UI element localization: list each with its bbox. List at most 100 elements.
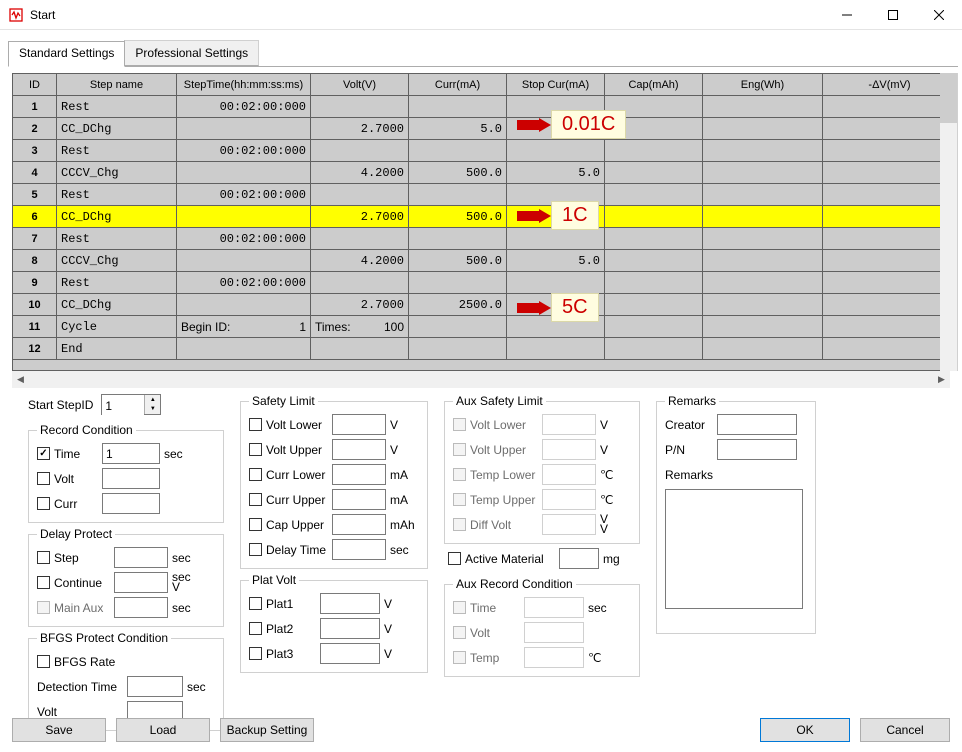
bfgs-rate-checkbox[interactable] bbox=[37, 655, 50, 668]
volt-lower-checkbox[interactable] bbox=[249, 418, 262, 431]
bfgs-det-input[interactable] bbox=[127, 676, 183, 697]
delay-step-input[interactable] bbox=[114, 547, 168, 568]
column-header[interactable]: Curr(mA) bbox=[409, 74, 507, 96]
column-header[interactable]: Step name bbox=[57, 74, 177, 96]
plat1-input[interactable] bbox=[320, 593, 380, 614]
start-stepid-label: Start StepID bbox=[28, 398, 93, 412]
continue-checkbox[interactable] bbox=[37, 576, 50, 589]
curr-lower-checkbox[interactable] bbox=[249, 468, 262, 481]
scroll-left-button[interactable]: ◀ bbox=[12, 371, 29, 388]
time-checkbox[interactable] bbox=[37, 447, 50, 460]
aux-tl-input bbox=[542, 464, 596, 485]
aux-vu-input bbox=[542, 439, 596, 460]
table-row[interactable]: 2CC_DChg2.70005.0 bbox=[13, 118, 957, 140]
column-header[interactable]: Eng(Wh) bbox=[703, 74, 823, 96]
table-row[interactable]: 8CCCV_Chg4.2000500.05.0 bbox=[13, 250, 957, 272]
record-time-input[interactable] bbox=[102, 443, 160, 464]
steps-table[interactable]: IDStep nameStepTime(hh:mm:ss:ms)Volt(V)C… bbox=[12, 73, 957, 360]
footer-buttons: Save Load Backup Setting OK Cancel bbox=[12, 718, 950, 742]
safety-limit-group: Safety Limit Volt LowerV Volt UpperV Cur… bbox=[240, 394, 428, 569]
auxrec-time-checkbox bbox=[453, 601, 466, 614]
table-row[interactable]: 1Rest00:02:00:000 bbox=[13, 96, 957, 118]
table-row[interactable]: 9Rest00:02:00:000 bbox=[13, 272, 957, 294]
backup-button[interactable]: Backup Setting bbox=[220, 718, 314, 742]
column-header[interactable]: Volt(V) bbox=[311, 74, 409, 96]
volt-lower-input[interactable] bbox=[332, 414, 386, 435]
load-button[interactable]: Load bbox=[116, 718, 210, 742]
auxrec-temp-checkbox bbox=[453, 651, 466, 664]
spin-down-icon[interactable]: ▼ bbox=[145, 405, 160, 415]
table-row[interactable]: 11CycleBegin ID:1Times:100 bbox=[13, 316, 957, 338]
plat-volt-group: Plat Volt Plat1V Plat2V Plat3V bbox=[240, 573, 428, 673]
start-stepid-input[interactable]: ▲▼ bbox=[101, 394, 161, 415]
plat2-input[interactable] bbox=[320, 618, 380, 639]
maximize-button[interactable] bbox=[870, 0, 916, 29]
column-header[interactable]: Cap(mAh) bbox=[605, 74, 703, 96]
close-button[interactable] bbox=[916, 0, 962, 29]
delay-time-input[interactable] bbox=[332, 539, 386, 560]
delay-main-input[interactable] bbox=[114, 597, 168, 618]
settings-form: Start StepID ▲▼ Record Condition Timesec… bbox=[0, 388, 962, 731]
delay-protect-group: Delay Protect Stepsec ContinuesecV Main … bbox=[28, 527, 224, 627]
table-blank-area bbox=[12, 360, 957, 371]
column-header[interactable]: -ΔV(mV) bbox=[823, 74, 957, 96]
record-condition-group: Record Condition Timesec Volt Curr bbox=[28, 423, 224, 523]
plat1-checkbox[interactable] bbox=[249, 597, 262, 610]
volt-upper-input[interactable] bbox=[332, 439, 386, 460]
table-row[interactable]: 5Rest00:02:00:000 bbox=[13, 184, 957, 206]
cancel-button[interactable]: Cancel bbox=[860, 718, 950, 742]
auxrec-temp-input bbox=[524, 647, 584, 668]
record-curr-input[interactable] bbox=[102, 493, 160, 514]
delay-time-checkbox[interactable] bbox=[249, 543, 262, 556]
creator-input[interactable] bbox=[717, 414, 797, 435]
minimize-button[interactable] bbox=[824, 0, 870, 29]
tab-professional-settings[interactable]: Professional Settings bbox=[124, 40, 259, 66]
step-checkbox[interactable] bbox=[37, 551, 50, 564]
volt-checkbox[interactable] bbox=[37, 472, 50, 485]
app-icon bbox=[8, 7, 24, 23]
plat3-checkbox[interactable] bbox=[249, 647, 262, 660]
plat2-checkbox[interactable] bbox=[249, 622, 262, 635]
tab-strip: Standard Settings Professional Settings bbox=[8, 40, 958, 67]
volt-upper-checkbox[interactable] bbox=[249, 443, 262, 456]
table-row[interactable]: 3Rest00:02:00:000 bbox=[13, 140, 957, 162]
curr-upper-checkbox[interactable] bbox=[249, 493, 262, 506]
titlebar: Start bbox=[0, 0, 962, 30]
table-row[interactable]: 4CCCV_Chg4.2000500.05.0 bbox=[13, 162, 957, 184]
active-material-input[interactable] bbox=[559, 548, 599, 569]
aux-volt-lower-checkbox bbox=[453, 418, 466, 431]
aux-record-group: Aux Record Condition Timesec Volt Temp℃ bbox=[444, 577, 640, 677]
steps-table-wrap: IDStep nameStepTime(hh:mm:ss:ms)Volt(V)C… bbox=[12, 73, 958, 371]
aux-temp-upper-checkbox bbox=[453, 493, 466, 506]
delay-cont-input[interactable] bbox=[114, 572, 168, 593]
active-material-checkbox[interactable] bbox=[448, 552, 461, 565]
scroll-right-button[interactable]: ▶ bbox=[933, 371, 950, 388]
auxrec-volt-input bbox=[524, 622, 584, 643]
table-row[interactable]: 10CC_DChg2.70002500.0 bbox=[13, 294, 957, 316]
ok-button[interactable]: OK bbox=[760, 718, 850, 742]
table-row[interactable]: 6CC_DChg2.7000500.0 bbox=[13, 206, 957, 228]
curr-lower-input[interactable] bbox=[332, 464, 386, 485]
aux-temp-lower-checkbox bbox=[453, 468, 466, 481]
curr-checkbox[interactable] bbox=[37, 497, 50, 510]
table-row[interactable]: 7Rest00:02:00:000 bbox=[13, 228, 957, 250]
spin-up-icon[interactable]: ▲ bbox=[145, 395, 160, 405]
column-header[interactable]: Stop Cur(mA) bbox=[507, 74, 605, 96]
auxrec-volt-checkbox bbox=[453, 626, 466, 639]
record-volt-input[interactable] bbox=[102, 468, 160, 489]
cap-upper-checkbox[interactable] bbox=[249, 518, 262, 531]
plat3-input[interactable] bbox=[320, 643, 380, 664]
remarks-textarea[interactable] bbox=[665, 489, 803, 609]
curr-upper-input[interactable] bbox=[332, 489, 386, 510]
horizontal-scrollbar[interactable]: ◀ ▶ bbox=[12, 371, 950, 388]
mainaux-checkbox bbox=[37, 601, 50, 614]
table-row[interactable]: 12End bbox=[13, 338, 957, 360]
save-button[interactable]: Save bbox=[12, 718, 106, 742]
pn-input[interactable] bbox=[717, 439, 797, 460]
aux-diff-volt-checkbox bbox=[453, 518, 466, 531]
column-header[interactable]: ID bbox=[13, 74, 57, 96]
tab-standard-settings[interactable]: Standard Settings bbox=[8, 41, 125, 67]
column-header[interactable]: StepTime(hh:mm:ss:ms) bbox=[177, 74, 311, 96]
cap-upper-input[interactable] bbox=[332, 514, 386, 535]
vertical-scrollbar[interactable] bbox=[940, 73, 957, 371]
